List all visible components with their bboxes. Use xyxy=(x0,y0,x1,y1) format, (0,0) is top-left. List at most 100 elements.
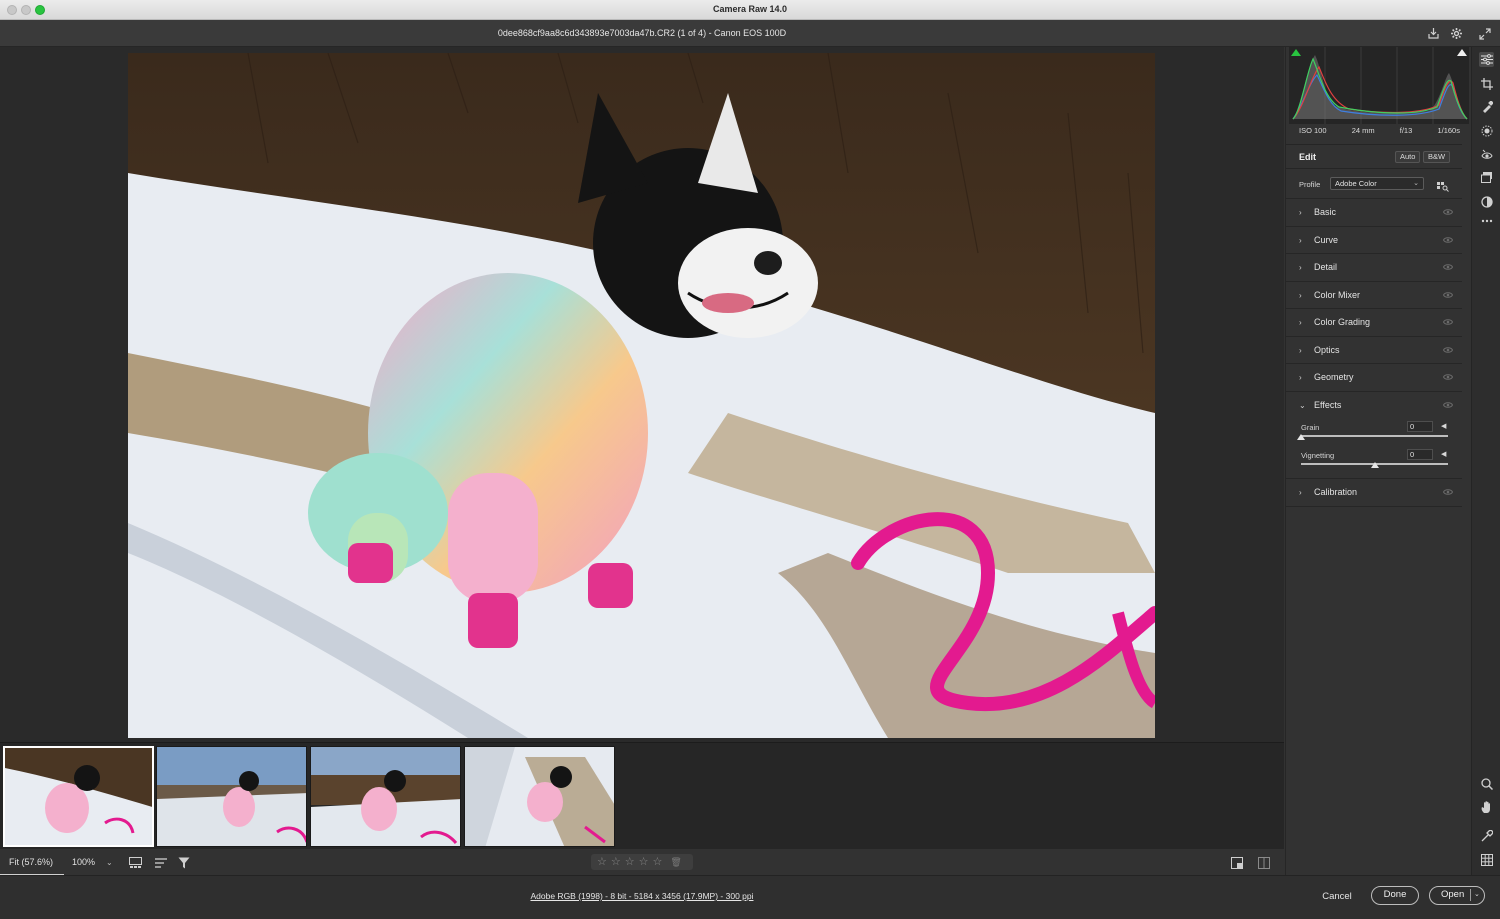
red-eye-icon[interactable] xyxy=(1479,147,1494,162)
tool-rail xyxy=(1471,47,1500,875)
presets-icon[interactable] xyxy=(1479,194,1494,209)
section-geometry[interactable]: › Geometry xyxy=(1286,363,1462,391)
open-button[interactable]: Open ⌄ xyxy=(1429,886,1485,905)
grain-slider-track[interactable] xyxy=(1301,435,1448,437)
masking-icon[interactable] xyxy=(1479,123,1494,138)
vignetting-label: Vignetting xyxy=(1301,451,1335,460)
color-sampler-icon[interactable] xyxy=(1479,828,1494,843)
section-curve[interactable]: › Curve xyxy=(1286,225,1462,254)
section-color-mixer-label: Color Mixer xyxy=(1314,289,1361,300)
chevron-right-icon: › xyxy=(1299,263,1302,272)
fullscreen-icon[interactable] xyxy=(1477,26,1492,41)
star-rating[interactable]: ☆ ☆ ☆ ☆ ☆ 🗑 xyxy=(591,854,693,870)
chevron-down-icon: ⌄ xyxy=(1299,400,1306,410)
open-options-chevron-icon[interactable]: ⌄ xyxy=(1474,887,1480,903)
single-view-icon[interactable] xyxy=(1229,855,1244,870)
filmstrip-thumbnail-3[interactable] xyxy=(310,746,461,847)
filmstrip-thumbnail-2[interactable] xyxy=(156,746,307,847)
section-calibration-label: Calibration xyxy=(1314,487,1358,497)
vignetting-reset-arrow-icon[interactable]: ◀ xyxy=(1441,450,1446,458)
chevron-down-icon: ⌄ xyxy=(1413,180,1419,187)
aperture-value: f/13 xyxy=(1399,126,1413,135)
section-color-mixer[interactable]: › Color Mixer xyxy=(1286,280,1462,309)
auto-button[interactable]: Auto xyxy=(1395,151,1421,163)
histogram xyxy=(1289,47,1469,124)
rating-star-5[interactable]: ☆ xyxy=(653,854,663,870)
grain-slider-thumb[interactable] xyxy=(1297,434,1305,440)
more-options-icon[interactable] xyxy=(1479,213,1494,228)
filmstrip-view-icon[interactable] xyxy=(128,855,143,870)
vignetting-value-input[interactable]: 0 xyxy=(1407,449,1433,460)
eye-icon[interactable] xyxy=(1443,208,1453,216)
eye-icon[interactable] xyxy=(1443,263,1453,271)
eye-icon[interactable] xyxy=(1443,291,1453,299)
eye-icon[interactable] xyxy=(1443,373,1453,381)
status-bar: Adobe RGB (1998) - 8 bit - 5184 x 3456 (… xyxy=(0,875,1500,919)
zoom-tool-icon[interactable] xyxy=(1479,776,1494,791)
cancel-button[interactable]: Cancel xyxy=(1316,888,1358,906)
main-photo[interactable] xyxy=(128,53,1155,738)
settings-gear-icon[interactable] xyxy=(1449,26,1464,41)
image-canvas[interactable] xyxy=(0,47,1284,742)
grain-label: Grain xyxy=(1301,423,1320,432)
section-color-grading[interactable]: › Color Grading xyxy=(1286,308,1462,336)
iso-value: ISO 100 xyxy=(1299,126,1327,135)
shadow-clipping-indicator-icon[interactable] xyxy=(1291,49,1301,56)
workflow-options-link[interactable]: Adobe RGB (1998) - 8 bit - 5184 x 3456 (… xyxy=(0,891,1284,901)
black-white-button[interactable]: B&W xyxy=(1423,151,1451,163)
vignetting-slider-thumb[interactable] xyxy=(1370,462,1379,468)
section-basic[interactable]: › Basic xyxy=(1286,198,1462,226)
grain-value-input[interactable]: 0 xyxy=(1407,421,1433,432)
grid-overlay-icon[interactable] xyxy=(1479,852,1494,867)
section-color-grading-label: Color Grading xyxy=(1314,317,1371,327)
rating-star-2[interactable]: ☆ xyxy=(611,854,621,870)
rating-star-1[interactable]: ☆ xyxy=(597,854,607,870)
shutter-speed-value: 1/160s xyxy=(1437,126,1460,135)
chevron-right-icon: › xyxy=(1299,345,1302,355)
eye-icon[interactable] xyxy=(1443,318,1453,326)
profile-browser-icon[interactable] xyxy=(1437,179,1449,192)
eye-icon[interactable] xyxy=(1443,488,1453,496)
section-effects[interactable]: ⌄ Effects xyxy=(1286,390,1462,419)
zoom-100-button[interactable]: 100% xyxy=(72,849,95,876)
save-icon[interactable] xyxy=(1426,26,1441,41)
filmstrip-thumbnail-1[interactable] xyxy=(3,746,154,847)
grain-reset-arrow-icon[interactable]: ◀ xyxy=(1441,422,1446,430)
file-info: 0dee868cf9aa8c6d343893e7003da47b.CR2 (1 … xyxy=(497,28,787,38)
profile-label: Profile xyxy=(1299,180,1321,189)
bottom-toolbar: Fit (57.6%) 100% ⌄ ☆ ☆ ☆ ☆ ☆ 🗑 xyxy=(0,848,1284,876)
hand-tool-icon[interactable] xyxy=(1479,800,1494,815)
section-optics-label: Optics xyxy=(1314,344,1340,355)
highlight-clipping-indicator-icon[interactable] xyxy=(1457,49,1467,56)
zoom-fit-button[interactable]: Fit (57.6%) xyxy=(0,849,64,876)
sort-icon[interactable] xyxy=(153,855,168,870)
zoom-dropdown-chevron-icon[interactable]: ⌄ xyxy=(106,858,113,867)
filter-icon[interactable] xyxy=(176,855,191,870)
title-bar: Camera Raw 14.0 xyxy=(0,0,1500,20)
profile-select-value: Adobe Color xyxy=(1335,179,1377,188)
done-button[interactable]: Done xyxy=(1371,886,1419,905)
eye-icon[interactable] xyxy=(1443,346,1453,354)
eye-icon[interactable] xyxy=(1443,236,1453,244)
profile-select[interactable]: Adobe Color ⌄ xyxy=(1330,177,1424,190)
filmstrip-thumbnail-4[interactable] xyxy=(464,746,615,847)
crop-icon[interactable] xyxy=(1479,76,1494,91)
section-optics[interactable]: › Optics xyxy=(1286,335,1462,364)
trash-icon[interactable]: 🗑 xyxy=(670,857,681,868)
section-calibration[interactable]: › Calibration xyxy=(1286,478,1462,506)
section-detail[interactable]: › Detail xyxy=(1286,253,1462,281)
snapshots-icon[interactable] xyxy=(1479,170,1494,185)
edit-sliders-icon[interactable] xyxy=(1479,52,1494,67)
chevron-right-icon: › xyxy=(1299,235,1302,245)
section-divider xyxy=(1286,505,1462,507)
eye-icon[interactable] xyxy=(1443,401,1453,409)
camera-raw-window: Camera Raw 14.0 0dee868cf9aa8c6d343893e7… xyxy=(0,0,1500,919)
rating-star-3[interactable]: ☆ xyxy=(625,854,635,870)
healing-brush-icon[interactable] xyxy=(1479,99,1494,114)
rating-star-4[interactable]: ☆ xyxy=(639,854,649,870)
before-after-view-icon[interactable] xyxy=(1256,855,1271,870)
section-effects-label: Effects xyxy=(1314,399,1342,410)
open-button-divider xyxy=(1470,889,1471,901)
window-title: Camera Raw 14.0 xyxy=(712,4,788,14)
chevron-right-icon: › xyxy=(1299,488,1302,497)
